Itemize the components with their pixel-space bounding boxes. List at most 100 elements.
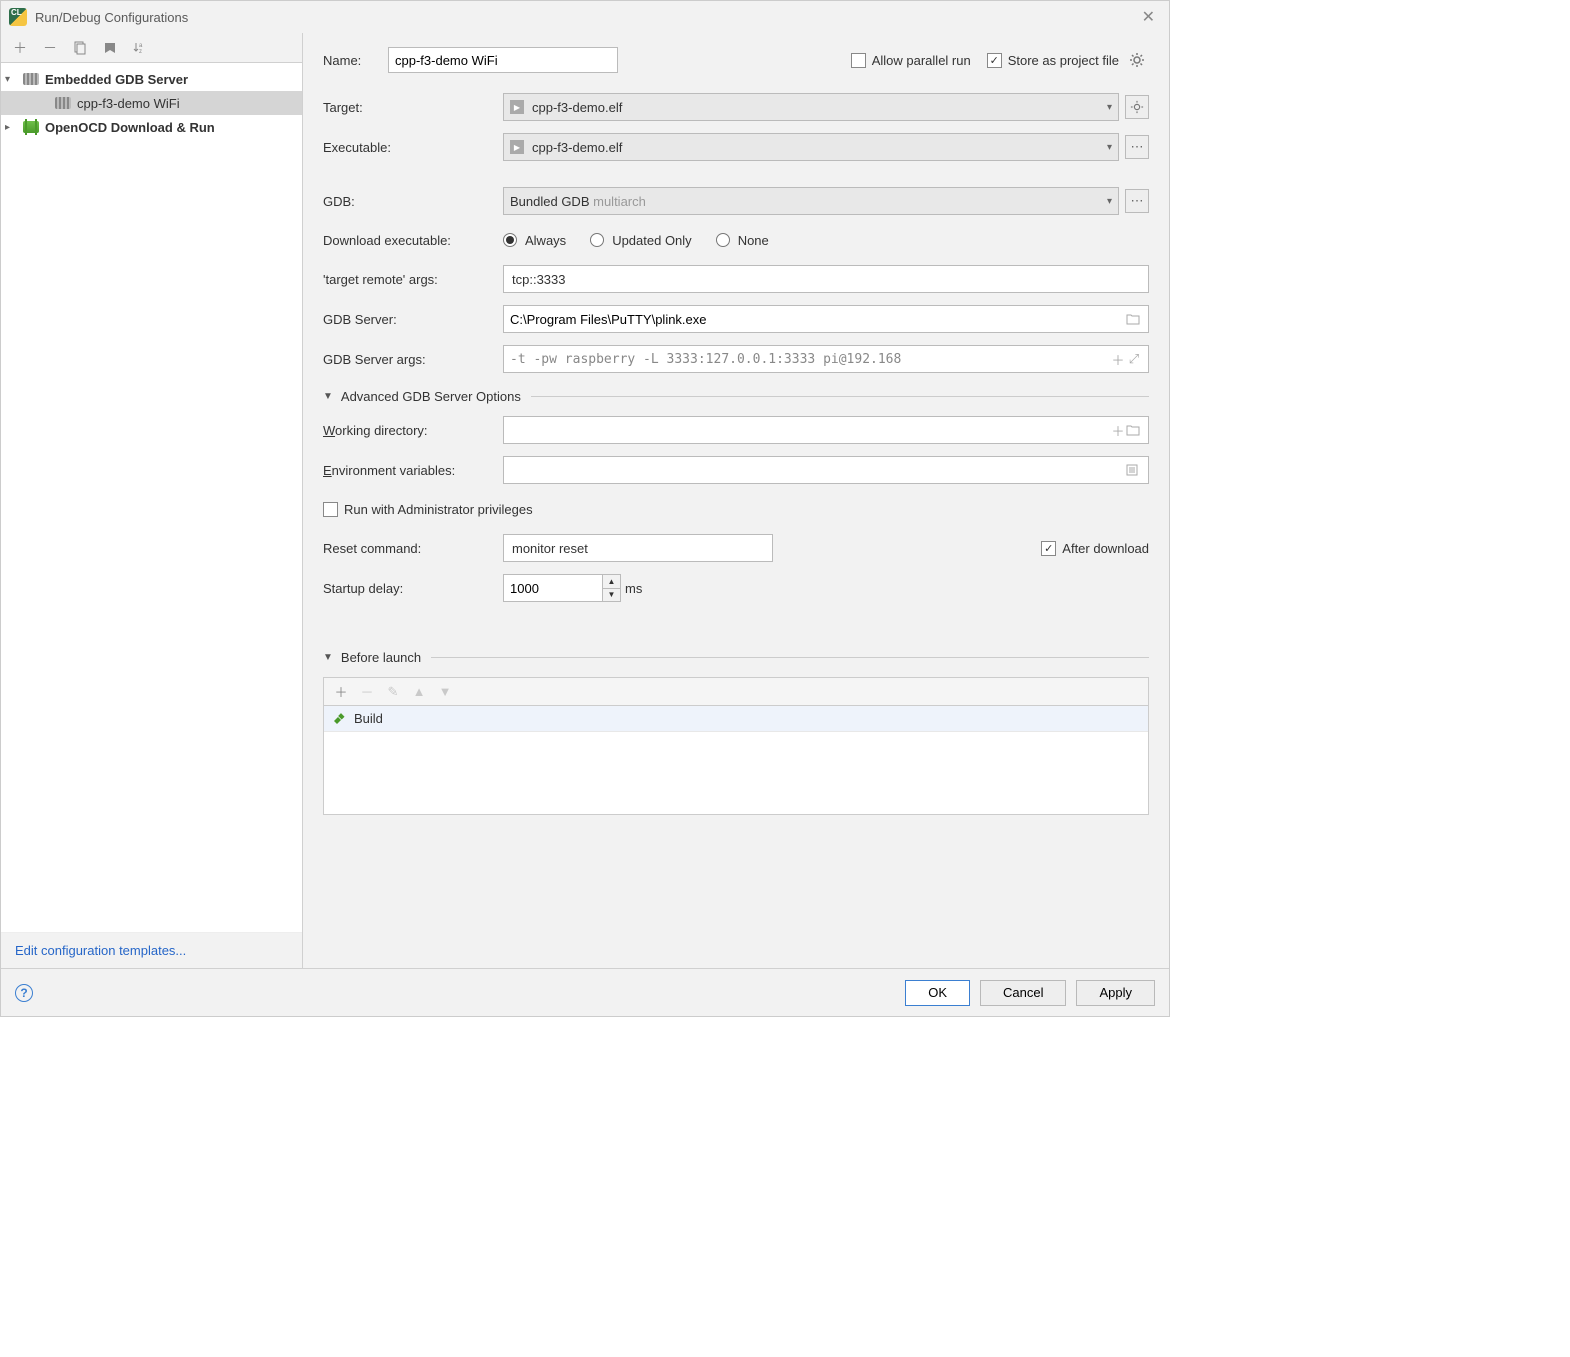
before-launch-toolbar: ＋ － ✎ ▲ ▼ (323, 677, 1149, 705)
window-title: Run/Debug Configurations (35, 10, 188, 25)
reset-cmd-input[interactable]: monitor reset (503, 534, 773, 562)
target-remote-row: 'target remote' args: tcp::3333 (323, 265, 1149, 293)
checkbox-icon (323, 502, 338, 517)
chevron-down-icon: ▾ (1107, 102, 1112, 113)
chevron-down-icon: ▾ (5, 74, 17, 85)
add-icon[interactable]: ＋ (11, 39, 29, 57)
chip-icon (55, 97, 71, 109)
radio-updated-only[interactable]: Updated Only (590, 233, 692, 248)
advanced-section-header[interactable]: ▼ Advanced GDB Server Options (323, 389, 1149, 404)
gdb-server-args-input[interactable]: ＋ ⤢ (503, 345, 1149, 373)
chevron-down-icon: ▼ (323, 652, 333, 663)
close-icon[interactable]: ✕ (1136, 5, 1161, 29)
sort-az-icon[interactable]: az (131, 39, 149, 57)
edit-icon[interactable]: ✎ (384, 683, 402, 701)
gdb-value: Bundled GDB multiarch (510, 194, 1107, 209)
reset-cmd-label: Reset command: (323, 541, 503, 556)
startup-delay-row: Startup delay: ▲▼ ms (323, 574, 1149, 602)
add-icon[interactable]: ＋ (332, 683, 350, 701)
store-as-file-checkbox[interactable]: ✓ Store as project file (987, 53, 1119, 68)
after-download-label: After download (1062, 541, 1149, 556)
executable-combo[interactable]: ▶ cpp-f3-demo.elf ▾ (503, 133, 1119, 161)
gdb-server-input[interactable] (503, 305, 1149, 333)
name-input[interactable] (388, 47, 618, 73)
name-row: Name: Allow parallel run ✓ Store as proj… (323, 47, 1149, 73)
gdb-label: GDB: (323, 194, 503, 209)
tree-label: OpenOCD Download & Run (45, 120, 215, 135)
radio-always[interactable]: Always (503, 233, 566, 248)
apply-button[interactable]: Apply (1076, 980, 1155, 1006)
move-down-icon[interactable]: ▼ (436, 683, 454, 701)
target-value: cpp-f3-demo.elf (532, 100, 1107, 115)
chevron-up-icon[interactable]: ▲ (603, 575, 620, 589)
gdb-server-row: GDB Server: (323, 305, 1149, 333)
target-remote-input[interactable]: tcp::3333 (503, 265, 1149, 293)
before-launch-item-label: Build (354, 711, 383, 726)
store-as-file-label: Store as project file (1008, 53, 1119, 68)
startup-delay-unit: ms (625, 581, 642, 596)
folder-icon[interactable] (1126, 313, 1142, 325)
gear-icon[interactable] (1125, 48, 1149, 72)
run-admin-label: Run with Administrator privileges (344, 502, 533, 517)
ok-button[interactable]: OK (905, 980, 970, 1006)
main-panel: Name: Allow parallel run ✓ Store as proj… (303, 33, 1169, 968)
before-launch-label: Before launch (341, 650, 421, 665)
checkbox-icon (851, 53, 866, 68)
main-scroll[interactable]: Name: Allow parallel run ✓ Store as proj… (303, 33, 1169, 968)
cancel-button[interactable]: Cancel (980, 980, 1066, 1006)
expand-icon[interactable]: ⤢ (1126, 351, 1142, 367)
tree-item-embedded-gdb-server[interactable]: ▾ Embedded GDB Server (1, 67, 302, 91)
gdb-server-label: GDB Server: (323, 312, 503, 327)
save-configuration-icon[interactable] (101, 39, 119, 57)
tree-label: cpp-f3-demo WiFi (77, 96, 180, 111)
plus-icon[interactable]: ＋ (1110, 421, 1126, 440)
dialog-window: Run/Debug Configurations ✕ ＋ － az ▾ (0, 0, 1170, 1017)
copy-icon[interactable] (71, 39, 89, 57)
target-remote-label: 'target remote' args: (323, 272, 503, 287)
startup-delay-spinner[interactable]: ▲▼ (503, 574, 621, 602)
download-exec-radios: Always Updated Only None (503, 233, 769, 248)
before-launch-header[interactable]: ▼ Before launch (323, 650, 1149, 665)
help-icon[interactable]: ? (15, 984, 33, 1002)
chevron-right-icon: ▸ (5, 122, 17, 133)
gdb-combo[interactable]: Bundled GDB multiarch ▾ (503, 187, 1119, 215)
radio-none[interactable]: None (716, 233, 769, 248)
before-launch-item-build[interactable]: Build (324, 706, 1148, 732)
hammer-icon (332, 712, 346, 726)
gdb-server-args-row: GDB Server args: ＋ ⤢ (323, 345, 1149, 373)
edit-templates-link[interactable]: Edit configuration templates... (1, 932, 302, 968)
svg-text:z: z (139, 49, 142, 55)
run-admin-checkbox[interactable]: Run with Administrator privileges (323, 502, 533, 517)
before-launch-list: Build (323, 705, 1149, 815)
name-label: Name: (323, 53, 388, 68)
tree-item-cpp-f3-demo-wifi[interactable]: cpp-f3-demo WiFi (1, 91, 302, 115)
download-exec-label: Download executable: (323, 233, 503, 248)
radio-icon (590, 233, 604, 247)
after-download-checkbox[interactable]: ✓ After download (1041, 541, 1149, 556)
env-vars-input[interactable] (503, 456, 1149, 484)
list-icon[interactable] (1126, 464, 1142, 476)
run-admin-row: Run with Administrator privileges (323, 496, 1149, 522)
remove-icon[interactable]: － (41, 39, 59, 57)
reset-cmd-row: Reset command: monitor reset ✓ After dow… (323, 534, 1149, 562)
tree-item-openocd[interactable]: ▸ OpenOCD Download & Run (1, 115, 302, 139)
plus-icon[interactable]: ＋ (1110, 350, 1126, 369)
remove-icon[interactable]: － (358, 683, 376, 701)
allow-parallel-checkbox[interactable]: Allow parallel run (851, 53, 971, 68)
working-dir-input[interactable]: ＋ (503, 416, 1149, 444)
checkbox-checked-icon: ✓ (987, 53, 1002, 68)
target-settings-button[interactable] (1125, 95, 1149, 119)
executable-browse-button[interactable]: ⋯ (1125, 135, 1149, 159)
sidebar: ＋ － az ▾ Embedded GDB Server (1, 33, 303, 968)
move-up-icon[interactable]: ▲ (410, 683, 428, 701)
footer: ? OK Cancel Apply (1, 968, 1169, 1016)
tree-label: Embedded GDB Server (45, 72, 188, 87)
executable-row: Executable: ▶ cpp-f3-demo.elf ▾ ⋯ (323, 133, 1149, 161)
titlebar: Run/Debug Configurations ✕ (1, 1, 1169, 33)
target-combo[interactable]: ▶ cpp-f3-demo.elf ▾ (503, 93, 1119, 121)
chevron-down-icon[interactable]: ▼ (603, 589, 620, 602)
chip-icon (23, 73, 39, 85)
folder-icon[interactable] (1126, 424, 1142, 436)
executable-value: cpp-f3-demo.elf (532, 140, 1107, 155)
gdb-browse-button[interactable]: ⋯ (1125, 189, 1149, 213)
